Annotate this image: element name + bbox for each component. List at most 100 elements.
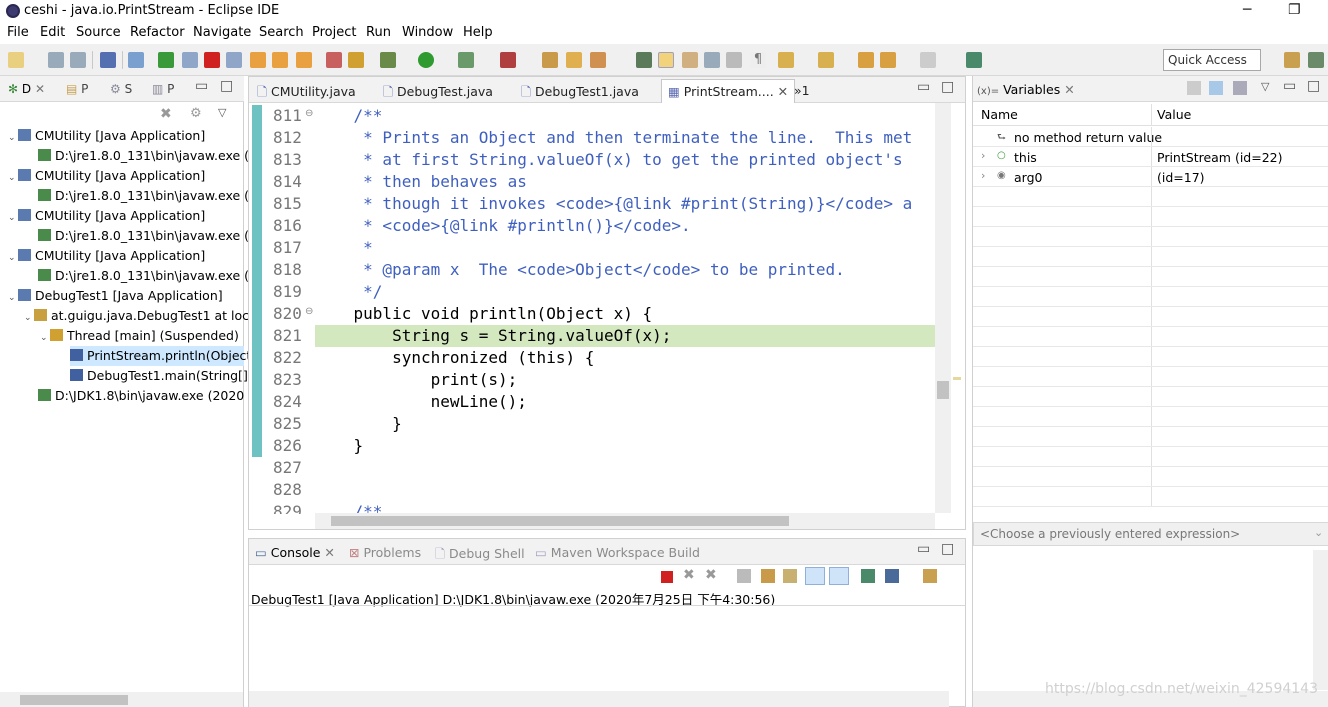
run-icon[interactable] xyxy=(418,52,434,68)
chevron-down-icon[interactable]: ⌄ xyxy=(1314,526,1323,539)
restore-icon[interactable]: ❐ xyxy=(1288,2,1301,18)
chevron-right-icon[interactable]: › xyxy=(981,169,985,182)
collapse-icon[interactable]: ⚙ xyxy=(190,106,202,121)
step-return-icon[interactable] xyxy=(296,52,312,68)
new-java-project-icon[interactable] xyxy=(542,52,558,68)
back-icon[interactable] xyxy=(880,52,896,68)
show-source-icon[interactable] xyxy=(726,52,742,68)
menu-navigate[interactable]: Navigate xyxy=(193,25,251,40)
menu-edit[interactable]: Edit xyxy=(40,25,65,40)
column-value[interactable]: Value xyxy=(1157,107,1191,122)
scrollbar-thumb[interactable] xyxy=(331,516,789,526)
show-logical-structure-icon[interactable] xyxy=(1209,81,1223,95)
toggle-mark-occurrences-icon[interactable] xyxy=(658,52,674,68)
tree-item[interactable]: ⌄ CMUtility [Java Application] xyxy=(8,168,205,183)
menu-search[interactable]: Search xyxy=(259,25,304,40)
horizontal-scrollbar[interactable] xyxy=(0,692,243,707)
variable-row[interactable]: ⮑ no method return value xyxy=(973,127,1328,147)
show-type-names-icon[interactable] xyxy=(1187,81,1201,95)
minimize-view-icon[interactable]: ▭ xyxy=(195,78,208,94)
menu-help[interactable]: Help xyxy=(463,25,493,40)
column-divider[interactable] xyxy=(1151,104,1152,125)
tree-item[interactable]: D:\jre1.8.0_131\bin\javaw.exe (2 xyxy=(38,188,257,203)
show-whitespace-icon[interactable] xyxy=(704,52,720,68)
pin-editor-icon[interactable] xyxy=(966,52,982,68)
tree-item[interactable]: D:\jre1.8.0_131\bin\javaw.exe (2 xyxy=(38,148,257,163)
tab-console[interactable]: ▭ Console ✕ xyxy=(255,545,335,560)
tree-item[interactable]: ⌄ Thread [main] (Suspended) xyxy=(40,328,239,343)
tree-item[interactable]: ⌄ at.guigu.java.DebugTest1 at loc xyxy=(24,308,249,323)
more-tabs-button[interactable]: »1 xyxy=(794,83,810,98)
collapse-all-icon[interactable] xyxy=(1233,81,1247,95)
expression-combo[interactable]: <Choose a previously entered expression>… xyxy=(973,522,1328,546)
remove-all-terminated-icon[interactable]: ✖ xyxy=(705,567,717,583)
vertical-scrollbar[interactable] xyxy=(1313,550,1328,690)
open-console-icon[interactable] xyxy=(923,569,937,583)
chevron-right-icon[interactable]: › xyxy=(981,149,985,162)
tree-item-selected-frame[interactable]: PrintStream.println(Object xyxy=(70,346,251,366)
open-task-icon[interactable] xyxy=(590,52,606,68)
minimize-icon[interactable]: ─ xyxy=(1243,2,1251,18)
tab-project-explorer[interactable]: ▤ P xyxy=(66,82,88,96)
show-console-stdout-icon[interactable] xyxy=(805,567,825,585)
display-selected-console-icon[interactable] xyxy=(885,569,899,583)
next-annotation-icon[interactable] xyxy=(778,52,794,68)
fold-icon[interactable]: ⊖ xyxy=(305,306,313,317)
scrollbar-thumb[interactable] xyxy=(937,381,949,399)
variable-row[interactable]: › ◉ arg0 (id=17) xyxy=(973,167,1328,187)
detail-text-area[interactable] xyxy=(975,550,1313,690)
tab-package-explorer[interactable]: ▥ P xyxy=(152,82,174,96)
menu-window[interactable]: Window xyxy=(402,25,453,40)
resume-icon[interactable] xyxy=(158,52,174,68)
tab-printstream[interactable]: ▦ PrintStream.... ✕ xyxy=(661,79,796,103)
debug-icon[interactable] xyxy=(380,52,396,68)
tree-item[interactable]: DebugTest1.main(String[]) xyxy=(70,368,253,383)
tree-item[interactable]: ⌄ CMUtility [Java Application] xyxy=(8,208,205,223)
quick-access-field[interactable]: Quick Access xyxy=(1163,49,1261,71)
tree-item[interactable]: ⌄ CMUtility [Java Application] xyxy=(8,128,205,143)
menu-project[interactable]: Project xyxy=(312,25,356,40)
external-tools-icon[interactable] xyxy=(500,52,516,68)
tree-item[interactable]: ⌄ CMUtility [Java Application] xyxy=(8,248,205,263)
coverage-icon[interactable] xyxy=(458,52,474,68)
chevron-down-icon[interactable]: ⌄ xyxy=(8,173,18,183)
horizontal-scrollbar[interactable] xyxy=(249,691,949,707)
step-into-icon[interactable] xyxy=(250,52,266,68)
show-console-stderr-icon[interactable] xyxy=(829,567,849,585)
word-wrap-icon[interactable] xyxy=(783,569,797,583)
vertical-scrollbar[interactable] xyxy=(935,103,951,513)
maximize-view-icon[interactable]: □ xyxy=(220,78,233,94)
java-perspective-icon[interactable] xyxy=(1308,52,1324,68)
horizontal-scrollbar[interactable] xyxy=(315,513,935,529)
scroll-lock-icon[interactable] xyxy=(761,569,775,583)
variable-row[interactable]: › ○ this PrintStream (id=22) xyxy=(973,147,1328,167)
new-icon[interactable] xyxy=(8,52,24,68)
menu-file[interactable]: File xyxy=(7,25,29,40)
pilcrow-icon[interactable]: ¶ xyxy=(750,52,766,68)
disconnect-icon[interactable] xyxy=(226,52,242,68)
view-menu-icon[interactable]: ▽ xyxy=(1261,80,1269,93)
minimize-editor-icon[interactable]: ▭ xyxy=(917,79,930,95)
maximize-view-icon[interactable]: □ xyxy=(1307,78,1320,94)
tree-item[interactable]: D:\jre1.8.0_131\bin\javaw.exe (2 xyxy=(38,268,257,283)
menu-source[interactable]: Source xyxy=(76,25,121,40)
maximize-view-icon[interactable]: □ xyxy=(941,541,954,557)
previous-annotation-icon[interactable] xyxy=(818,52,834,68)
chevron-down-icon[interactable]: ⌄ xyxy=(8,213,18,223)
skip-breakpoints-icon[interactable] xyxy=(128,52,144,68)
chevron-down-icon[interactable]: ⌄ xyxy=(8,133,18,143)
tab-debugtest-java[interactable]: 🗋 DebugTest.java xyxy=(383,83,493,104)
chevron-down-icon[interactable]: ⌄ xyxy=(24,313,34,323)
remove-terminated-icon[interactable]: ✖ xyxy=(160,106,172,122)
use-step-filters-icon[interactable] xyxy=(348,52,364,68)
open-type-icon[interactable] xyxy=(566,52,582,68)
open-perspective-icon[interactable] xyxy=(1284,52,1300,68)
minimize-view-icon[interactable]: ▭ xyxy=(917,541,930,557)
clear-console-icon[interactable] xyxy=(737,569,751,583)
scrollbar-thumb[interactable] xyxy=(20,695,128,705)
last-edit-location-icon[interactable] xyxy=(858,52,874,68)
tree-item[interactable]: ⌄ DebugTest1 [Java Application] xyxy=(8,288,223,303)
maximize-editor-icon[interactable]: □ xyxy=(941,79,954,95)
open-console-icon[interactable] xyxy=(100,52,116,68)
overview-ruler-mark[interactable] xyxy=(953,377,961,380)
